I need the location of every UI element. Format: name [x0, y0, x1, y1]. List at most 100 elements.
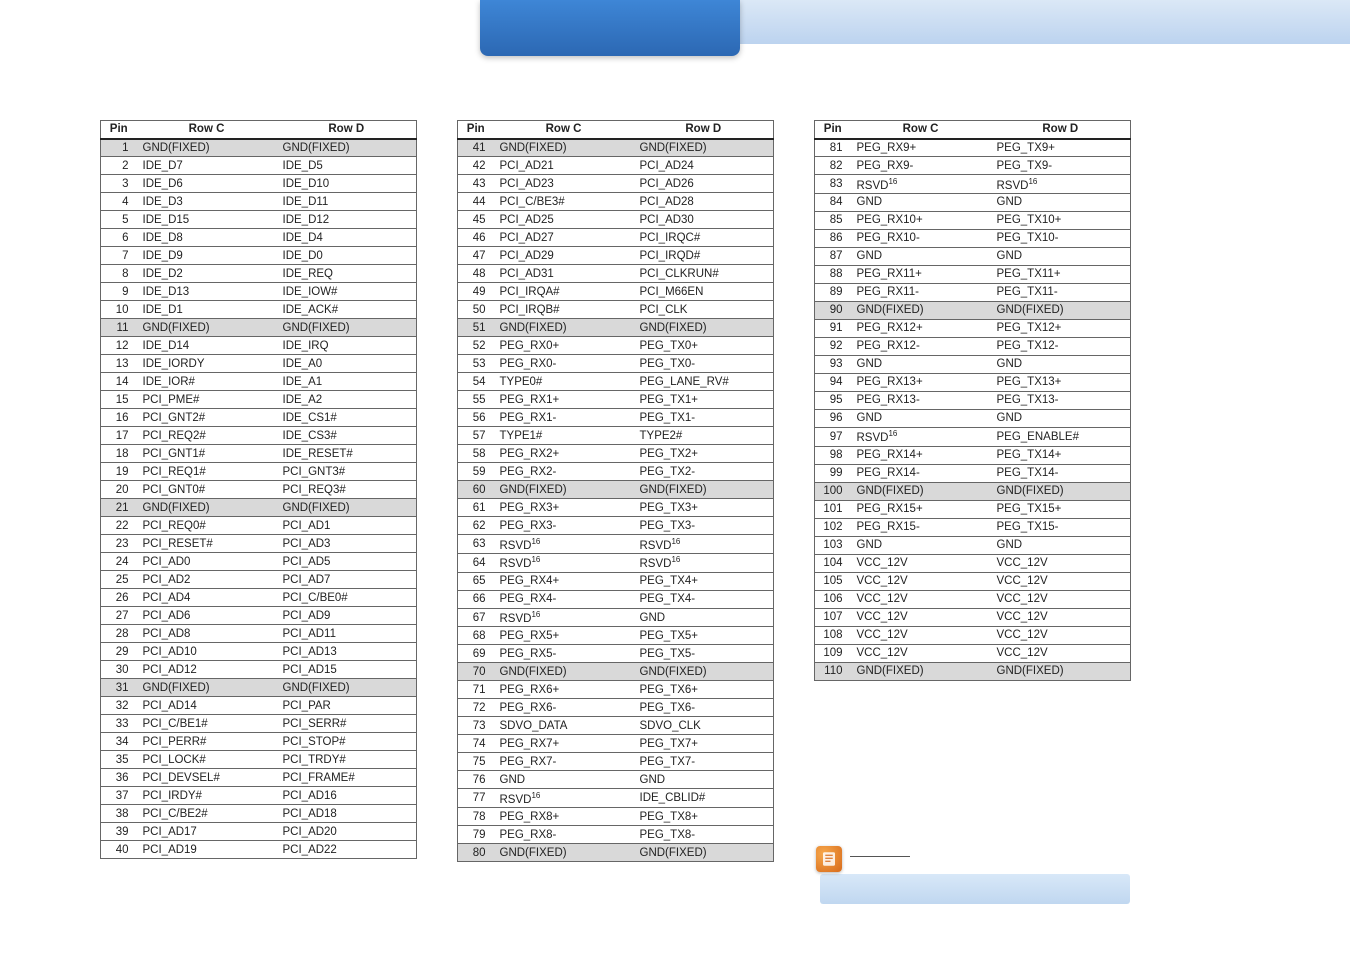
- row-c-cell: PCI_AD8: [137, 625, 277, 643]
- row-d-cell: GND(FIXED): [634, 139, 774, 157]
- table-row: 73SDVO_DATASDVO_CLK: [458, 717, 774, 735]
- table-row: 35PCI_LOCK#PCI_TRDY#: [101, 751, 417, 769]
- row-c-cell: PEG_RX11+: [851, 265, 991, 283]
- row-c-cell: PCI_AD29: [494, 247, 634, 265]
- pin-cell: 42: [458, 157, 494, 175]
- row-c-cell: PEG_RX3-: [494, 517, 634, 535]
- row-d-cell: PCI_AD18: [277, 805, 417, 823]
- pin-cell: 1: [101, 139, 137, 157]
- row-d-cell: VCC_12V: [991, 572, 1131, 590]
- footer-rule: [850, 856, 910, 857]
- pin-cell: 93: [815, 355, 851, 373]
- pin-cell: 103: [815, 536, 851, 554]
- row-c-cell: GND(FIXED): [494, 319, 634, 337]
- table-row: 91PEG_RX12+PEG_TX12+: [815, 319, 1131, 337]
- row-c-cell: TYPE1#: [494, 427, 634, 445]
- pin-cell: 95: [815, 391, 851, 409]
- pin-cell: 20: [101, 481, 137, 499]
- row-d-cell: IDE_A2: [277, 391, 417, 409]
- pin-cell: 80: [458, 844, 494, 862]
- table-row: 80GND(FIXED)GND(FIXED): [458, 844, 774, 862]
- pin-cell: 86: [815, 229, 851, 247]
- pin-cell: 96: [815, 409, 851, 427]
- pin-cell: 2: [101, 157, 137, 175]
- row-d-cell: GND(FIXED): [634, 663, 774, 681]
- table-row: 24PCI_AD0PCI_AD5: [101, 553, 417, 571]
- row-c-cell: PCI_IRDY#: [137, 787, 277, 805]
- row-d-cell: PCI_CLKRUN#: [634, 265, 774, 283]
- row-c-cell: GND(FIXED): [494, 663, 634, 681]
- table-row: 3IDE_D6IDE_D10: [101, 175, 417, 193]
- pin-cell: 75: [458, 753, 494, 771]
- row-c-cell: PCI_AD12: [137, 661, 277, 679]
- table-row: 28PCI_AD8PCI_AD11: [101, 625, 417, 643]
- row-c-cell: PEG_RX2+: [494, 445, 634, 463]
- row-d-cell: PEG_TX5+: [634, 627, 774, 645]
- row-d-cell: PEG_TX12-: [991, 337, 1131, 355]
- row-c-cell: VCC_12V: [851, 590, 991, 608]
- table-row: 21GND(FIXED)GND(FIXED): [101, 499, 417, 517]
- row-d-cell: PEG_TX15+: [991, 500, 1131, 518]
- row-d-cell: PEG_TX0+: [634, 337, 774, 355]
- row-c-cell: PCI_AD10: [137, 643, 277, 661]
- row-d-cell: PCI_C/BE0#: [277, 589, 417, 607]
- table-row: 64RSVD16RSVD16: [458, 553, 774, 572]
- table-row: 16PCI_GNT2#IDE_CS1#: [101, 409, 417, 427]
- table-row: 78PEG_RX8+PEG_TX8+: [458, 808, 774, 826]
- row-c-cell: PEG_RX0-: [494, 355, 634, 373]
- row-c-cell: PEG_RX10-: [851, 229, 991, 247]
- pin-cell: 60: [458, 481, 494, 499]
- row-d-cell: PCI_GNT3#: [277, 463, 417, 481]
- row-d-cell: PEG_TX15-: [991, 518, 1131, 536]
- pin-cell: 39: [101, 823, 137, 841]
- row-c-cell: GND(FIXED): [851, 662, 991, 680]
- row-d-cell: PEG_TX0-: [634, 355, 774, 373]
- table-row: 59PEG_RX2-PEG_TX2-: [458, 463, 774, 481]
- row-c-cell: IDE_D8: [137, 229, 277, 247]
- row-c-cell: GND: [851, 247, 991, 265]
- table-row: 55PEG_RX1+PEG_TX1+: [458, 391, 774, 409]
- row-d-cell: IDE_RESET#: [277, 445, 417, 463]
- pin-cell: 28: [101, 625, 137, 643]
- pin-cell: 94: [815, 373, 851, 391]
- row-d-cell: IDE_CS1#: [277, 409, 417, 427]
- row-d-cell: GND: [991, 409, 1131, 427]
- pin-cell: 25: [101, 571, 137, 589]
- pin-cell: 83: [815, 175, 851, 194]
- row-d-cell: PEG_TX2-: [634, 463, 774, 481]
- row-d-cell: PEG_TX4+: [634, 572, 774, 590]
- table-row: 29PCI_AD10PCI_AD13: [101, 643, 417, 661]
- row-d-cell: SDVO_CLK: [634, 717, 774, 735]
- pin-cell: 22: [101, 517, 137, 535]
- col-row-d: Row D: [634, 121, 774, 139]
- row-d-cell: GND(FIXED): [991, 482, 1131, 500]
- row-d-cell: PEG_TX9+: [991, 139, 1131, 157]
- row-c-cell: PCI_IRQB#: [494, 301, 634, 319]
- pin-cell: 38: [101, 805, 137, 823]
- pinout-table-1: Pin Row C Row D 1GND(FIXED)GND(FIXED)2ID…: [100, 120, 417, 859]
- pin-cell: 71: [458, 681, 494, 699]
- row-c-cell: PCI_REQ0#: [137, 517, 277, 535]
- pin-cell: 45: [458, 211, 494, 229]
- col-pin: Pin: [458, 121, 494, 139]
- row-d-cell: PCI_M66EN: [634, 283, 774, 301]
- tbody-2: 41GND(FIXED)GND(FIXED)42PCI_AD21PCI_AD24…: [458, 139, 774, 862]
- row-c-cell: PCI_AD14: [137, 697, 277, 715]
- pin-cell: 78: [458, 808, 494, 826]
- pin-cell: 56: [458, 409, 494, 427]
- row-d-cell: GND(FIXED): [277, 499, 417, 517]
- pin-cell: 74: [458, 735, 494, 753]
- row-c-cell: PCI_PME#: [137, 391, 277, 409]
- col-row-c: Row C: [851, 121, 991, 139]
- pin-cell: 32: [101, 697, 137, 715]
- row-c-cell: IDE_IOR#: [137, 373, 277, 391]
- table-row: 100GND(FIXED)GND(FIXED): [815, 482, 1131, 500]
- table-row: 8IDE_D2IDE_REQ: [101, 265, 417, 283]
- pin-cell: 89: [815, 283, 851, 301]
- pin-cell: 67: [458, 608, 494, 627]
- pin-cell: 65: [458, 572, 494, 590]
- row-c-cell: PEG_RX8+: [494, 808, 634, 826]
- row-c-cell: PCI_REQ1#: [137, 463, 277, 481]
- row-c-cell: PEG_RX5+: [494, 627, 634, 645]
- pin-cell: 31: [101, 679, 137, 697]
